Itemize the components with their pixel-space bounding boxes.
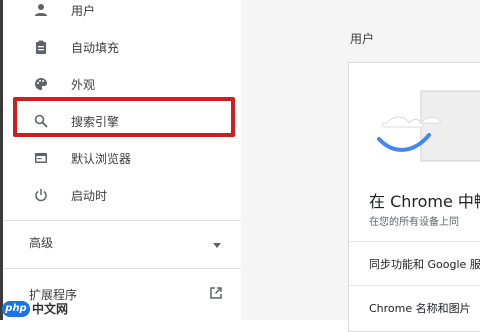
sidebar-item-label: 外观 bbox=[71, 77, 96, 92]
sync-services-row[interactable]: 同步功能和 Google 服 bbox=[369, 256, 480, 272]
sidebar-advanced-toggle[interactable]: 高级 bbox=[3, 224, 241, 260]
chrome-name-picture-row[interactable]: Chrome 名称和图片 bbox=[369, 300, 471, 316]
person-icon bbox=[33, 2, 49, 18]
power-icon bbox=[33, 187, 49, 203]
sidebar-item-label: 启动时 bbox=[71, 188, 108, 203]
sidebar-item-label: 默认浏览器 bbox=[71, 151, 132, 166]
watermark-text: 中文网 bbox=[32, 302, 69, 316]
sidebar-item-on-startup[interactable]: 启动时 bbox=[3, 177, 241, 213]
advanced-label: 高级 bbox=[29, 235, 54, 250]
sidebar-item-label: 用户 bbox=[71, 3, 96, 18]
clipboard-icon bbox=[33, 39, 49, 55]
settings-sidebar: 用户 自动填充 外观 搜索引擎 默认浏览器 启动时 高级 扩展程序 bbox=[3, 0, 241, 320]
sync-card-subtitle: 在您的所有设备上同 bbox=[369, 217, 459, 228]
sidebar-item-autofill[interactable]: 自动填充 bbox=[3, 29, 241, 65]
browser-icon bbox=[33, 150, 49, 166]
php-logo: php bbox=[2, 300, 30, 317]
sidebar-divider bbox=[3, 268, 241, 269]
people-section-title: 用户 bbox=[350, 32, 375, 46]
sync-illustration bbox=[349, 63, 480, 175]
search-engine-highlight bbox=[13, 97, 235, 137]
sidebar-item-label: 自动填充 bbox=[71, 40, 120, 55]
sync-card-title: 在 Chrome 中畅 bbox=[369, 192, 480, 211]
sidebar-item-people[interactable]: 用户 bbox=[3, 0, 241, 28]
palette-icon bbox=[33, 76, 49, 92]
sidebar-item-default-browser[interactable]: 默认浏览器 bbox=[3, 140, 241, 176]
open-in-new-icon bbox=[209, 285, 223, 304]
sync-card: 在 Chrome 中畅 在您的所有设备上同 同步功能和 Google 服 Chr… bbox=[348, 62, 480, 332]
site-watermark: php 中文网 bbox=[2, 300, 68, 317]
card-divider bbox=[349, 285, 480, 286]
dropdown-arrow-icon bbox=[213, 233, 221, 252]
sidebar-divider bbox=[3, 220, 241, 221]
card-divider bbox=[349, 241, 480, 242]
